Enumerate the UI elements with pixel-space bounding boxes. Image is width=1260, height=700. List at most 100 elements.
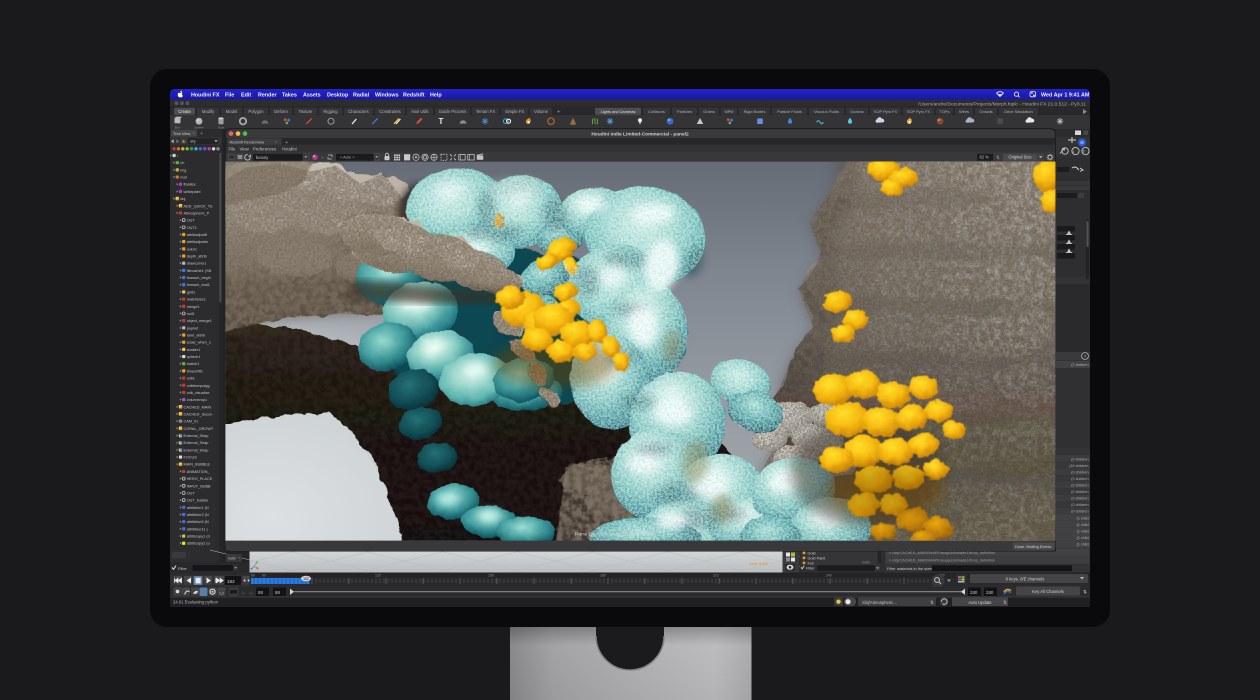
svg-text:(1 child: (1 child [1077,516,1089,520]
svg-text:Model: Model [226,109,237,114]
svg-text:0 keys, 0/E channels: 0 keys, 0/E channels [1006,577,1045,582]
svg-text:Collisions: Collisions [648,109,665,114]
svg-text:⇅: ⇅ [930,600,934,605]
svg-text:beauty: beauty [256,155,269,160]
svg-text:attribblur5 (N: attribblur5 (N [187,520,209,524]
svg-text:Create: Create [178,109,191,114]
svg-text:attribcopy1 (d: attribcopy1 (d [187,535,210,539]
svg-text:Texture: Texture [299,109,313,114]
svg-text:File: File [225,92,234,98]
svg-text:scatter1: scatter1 [187,348,201,352]
svg-text:External_Shap: External_Shap [184,448,209,452]
svg-text:Key All Channels: Key All Channels [1032,589,1064,594]
svg-text:(1 child: (1 child [1077,529,1089,533]
svg-text:90: 90 [262,574,266,578]
svg-text:Oceans: Oceans [850,109,863,114]
svg-text:View: View [240,146,250,151]
svg-text:Polygon: Polygon [248,109,264,114]
svg-text:img: img [180,168,186,172]
svg-text:vdb1: vdb1 [187,377,195,381]
svg-text:merge1: merge1 [187,305,200,309]
svg-text:Characters: Characters [348,109,368,114]
svg-text:Tree View: Tree View [173,131,190,136]
svg-text:volumevop1: volumevop1 [187,398,207,402]
svg-text:CACHED_MAIN: CACHED_MAIN [184,405,212,409]
svg-text:Lights and Cameras: Lights and Cameras [601,109,636,114]
svg-text:CACHED_Secon: CACHED_Secon [184,412,213,416]
svg-text:attribcopy2 (u: attribcopy2 (u [187,542,210,546]
svg-text:Sphere: Sphere [194,125,204,129]
svg-text:object_merge1: object_merge1 [187,319,212,323]
svg-text:Indie $200: Indie $200 [749,561,768,566]
svg-text:CORAL_GROWT: CORAL_GROWT [184,427,214,431]
svg-text:OUT: OUT [187,219,196,223]
svg-text:rand_attrib: rand_attrib [187,334,205,338]
svg-text:attribblur1 (N: attribblur1 (N [187,506,209,510]
svg-text:SOP Pyro FX: SOP Pyro FX [874,109,898,114]
svg-text:Auto Update: Auto Update [968,600,992,605]
svg-text:Houdini: Houdini [282,146,297,151]
svg-text:×: × [321,155,324,161]
svg-text:Modify: Modify [202,109,215,114]
svg-text:attribadjustfl: attribadjustfl [187,233,208,237]
svg-text:scale_when_c: scale_when_c [187,341,211,345]
svg-text:/obj/Atmospheric...: /obj/Atmospheric... [862,600,897,605]
svg-text:Filter materials in the scene:: Filter materials in the scene: [887,566,936,571]
svg-text:Constraints: Constraints [379,109,400,114]
svg-text:Redshift: Redshift [403,92,425,98]
svg-text:(0 children: (0 children [1071,470,1088,474]
svg-text:Filter: Filter [806,566,815,571]
svg-text:Original Size: Original Size [1008,155,1032,160]
svg-text:(0 children: (0 children [1071,510,1088,514]
svg-text:⇅: ⇅ [996,155,1000,160]
svg-text:depth_attrib: depth_attrib [187,255,207,259]
svg-text:280: 280 [970,590,978,595]
svg-text:Tube: Tube [218,125,225,129]
svg-text:obj: obj [190,139,195,144]
svg-text:vdbfrompolyg: vdbfrompolyg [187,384,210,388]
svg-text:timeshift1: timeshift1 [187,369,203,373]
svg-text:null1: null1 [187,312,195,316]
svg-text:Guide Process: Guide Process [439,109,466,114]
svg-text:62 %: 62 % [980,155,990,160]
svg-text:MPM: MPM [724,109,733,114]
svg-text:180: 180 [600,574,606,578]
svg-text:+: + [200,131,203,137]
svg-text:SOP Pyro FX: SOP Pyro FX [907,109,931,114]
svg-text:Indie: Indie [228,557,236,561]
svg-text:(1 child: (1 child [1077,523,1089,527]
svg-text:External_Shap: External_Shap [184,441,209,445]
svg-text:120: 120 [375,574,381,578]
svg-text:switch1: switch1 [187,362,200,366]
svg-text:vdb_visualize: vdb_visualize [187,391,210,395]
svg-text:attribadjustin: attribadjustin [187,240,209,244]
svg-text:(16 children: (16 children [1069,464,1088,468]
svg-text:OUT_bubble: OUT_bubble [187,499,209,503]
svg-text:182: 182 [227,579,235,584]
svg-text:foreach_begin: foreach_begin [187,276,211,280]
svg-text:Redshift RenderView: Redshift RenderView [230,140,265,144]
svg-text:Hair Utils: Hair Utils [412,109,429,114]
svg-text:Gold: Gold [808,551,816,555]
svg-text:OUT1: OUT1 [187,226,197,230]
svg-text:Rigid Bodies: Rigid Bodies [744,109,766,114]
svg-text:Particle Fluids: Particle Fluids [777,109,801,114]
svg-text:(1 child: (1 child [1077,542,1089,546]
svg-text:Atmospheric_P: Atmospheric_P [184,211,210,215]
svg-text:Takes: Takes [282,92,297,98]
svg-text:× /obj/CACHED_MAINSHAPE/avqqu: × /obj/CACHED_MAINSHAPE/avqquickshade2/s… [889,558,995,562]
svg-text:24.01 Evaluating python: 24.01 Evaluating python [173,600,219,605]
svg-text:240: 240 [826,574,832,578]
svg-text:(0 children: (0 children [1071,457,1088,461]
svg-text:Render: Render [258,92,277,98]
svg-text:ANIMATION_: ANIMATION_ [187,470,211,474]
svg-text:Viscous Fluids: Viscous Fluids [814,109,839,114]
svg-text:80: 80 [251,574,255,578]
svg-text:Gold Paint: Gold Paint [808,556,827,560]
svg-text:Deform: Deform [274,109,288,114]
svg-text:matchsize1: matchsize1 [187,298,206,302]
svg-text:T: T [439,117,444,126]
svg-text:MAIN_BUBBLE: MAIN_BUBBLE [184,463,211,467]
svg-text:(0 children: (0 children [1071,490,1088,494]
svg-text:Crowds: Crowds [979,109,992,114]
